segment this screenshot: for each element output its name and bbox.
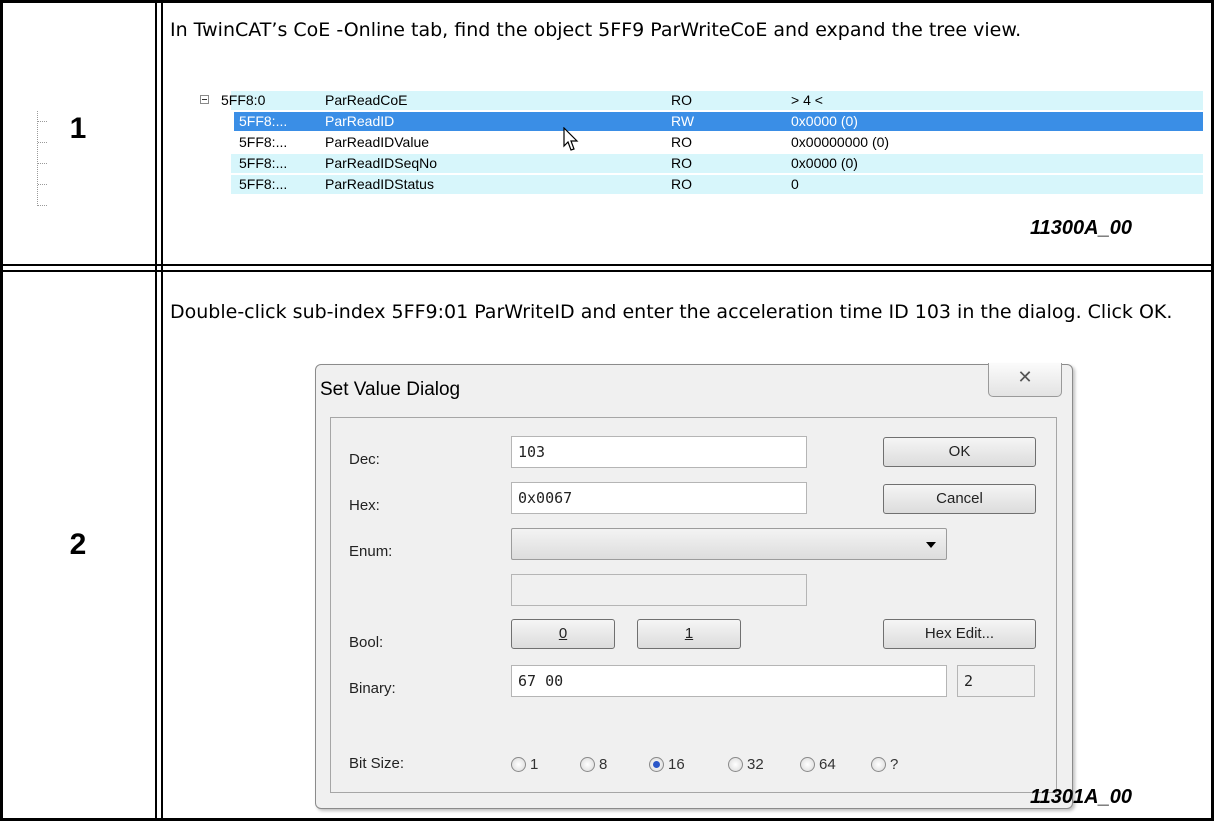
binary-input[interactable]: 67 00: [511, 665, 947, 697]
figure-id: 11301A_00: [1030, 786, 1132, 808]
radio-icon: [871, 757, 886, 772]
bool-1-button[interactable]: 1: [637, 619, 741, 649]
tree-flags: RO: [671, 155, 692, 171]
tree-connector-line: [38, 121, 47, 122]
tree-row[interactable]: 5FF8:... ParReadID RW 0x0000 (0): [191, 111, 1203, 132]
radio-label: 8: [599, 756, 608, 773]
enum-text-field: [511, 574, 807, 606]
dialog-title: Set Value Dialog: [320, 379, 461, 400]
dec-label: Dec:: [349, 451, 380, 468]
collapse-toggle-icon[interactable]: [200, 95, 209, 104]
tree-index: 5FF8:0: [221, 92, 266, 108]
tree-flags: RO: [671, 134, 692, 150]
tree-value: > 4 <: [791, 92, 823, 108]
radio-icon: [580, 757, 595, 772]
hex-label: Hex:: [349, 497, 380, 514]
tree-row[interactable]: 5FF8:0 ParReadCoE RO > 4 <: [191, 90, 1203, 111]
radio-icon: [511, 757, 526, 772]
tree-row[interactable]: 5FF8:... ParReadIDSeqNo RO 0x0000 (0): [191, 153, 1203, 174]
coe-object-tree: 5FF8:0 ParReadCoE RO > 4 < 5FF8:... ParR…: [191, 90, 1203, 195]
tree-name: ParReadCoE: [325, 92, 408, 108]
tree-connector-line: [38, 163, 47, 164]
radio-icon: [800, 757, 815, 772]
step-table: 1 In TwinCAT’s CoE -Online tab, find the…: [0, 0, 1214, 821]
step-instruction: In TwinCAT’s CoE -Online tab, find the o…: [170, 19, 1022, 41]
tree-name: ParReadIDValue: [325, 134, 430, 150]
tree-connector-line: [38, 184, 47, 185]
enum-select[interactable]: [511, 528, 947, 560]
tree-connector-line: [38, 142, 47, 143]
binary-length-field: 2: [957, 665, 1035, 697]
row-divider-a: [0, 264, 1214, 266]
dialog-body: Dec: 103 OK Hex: 0x0067 Cancel Enum: Boo…: [330, 417, 1057, 793]
column-divider-a: [155, 0, 157, 821]
cancel-button[interactable]: Cancel: [883, 484, 1036, 514]
tree-flags: RW: [671, 113, 695, 129]
dropdown-arrow-icon: [926, 542, 936, 548]
tree-value: 0x00000000 (0): [791, 134, 890, 150]
radio-label: 32: [747, 756, 764, 773]
dec-input[interactable]: 103: [511, 436, 807, 468]
tree-index: 5FF8:...: [239, 113, 288, 129]
bitsize-label: Bit Size:: [349, 755, 405, 772]
radio-label: 16: [668, 756, 685, 773]
radio-icon: [649, 757, 664, 772]
mouse-pointer-icon: [563, 127, 579, 151]
bool-1-label: 1: [684, 625, 694, 642]
tree-name: ParReadIDStatus: [325, 176, 434, 192]
tree-name: ParReadID: [325, 113, 395, 129]
tree-connector-line: [37, 111, 38, 206]
figure-id: 11300A_00: [1030, 217, 1132, 239]
tree-value: 0x0000 (0): [791, 155, 858, 171]
ok-button[interactable]: OK: [883, 437, 1036, 467]
bool-0-button[interactable]: 0: [511, 619, 615, 649]
bool-label: Bool:: [349, 634, 384, 651]
close-button[interactable]: ✕: [988, 363, 1062, 397]
step-number: 1: [69, 112, 87, 145]
tree-connector-line: [38, 205, 47, 206]
bool-0-label: 0: [558, 625, 568, 642]
tree-index: 5FF8:...: [239, 176, 288, 192]
tree-value: 0: [791, 176, 799, 192]
radio-icon: [728, 757, 743, 772]
tree-row[interactable]: 5FF8:... ParReadIDValue RO 0x00000000 (0…: [191, 132, 1203, 153]
tree-index: 5FF8:...: [239, 134, 288, 150]
binary-label: Binary:: [349, 680, 396, 697]
step-number: 2: [69, 528, 87, 561]
table-border-top: [0, 0, 1214, 3]
close-icon: ✕: [1017, 367, 1033, 387]
tree-row[interactable]: 5FF8:... ParReadIDStatus RO 0: [191, 174, 1203, 195]
radio-label: 1: [530, 756, 539, 773]
tree-name: ParReadIDSeqNo: [325, 155, 438, 171]
set-value-dialog: Set Value Dialog ✕ Dec: 103 OK Hex: 0x00…: [315, 363, 1073, 809]
tree-flags: RO: [671, 176, 692, 192]
radio-label: 64: [819, 756, 836, 773]
step-instruction: Double-click sub-index 5FF9:01 ParWriteI…: [170, 301, 1173, 323]
hex-input[interactable]: 0x0067: [511, 482, 807, 514]
tree-flags: RO: [671, 92, 692, 108]
row-divider-b: [0, 270, 1214, 272]
enum-label: Enum:: [349, 543, 393, 560]
radio-label: ?: [890, 756, 899, 773]
hex-edit-button[interactable]: Hex Edit...: [883, 619, 1036, 649]
column-divider-b: [161, 0, 163, 821]
tree-index: 5FF8:...: [239, 155, 288, 171]
tree-value: 0x0000 (0): [791, 113, 858, 129]
